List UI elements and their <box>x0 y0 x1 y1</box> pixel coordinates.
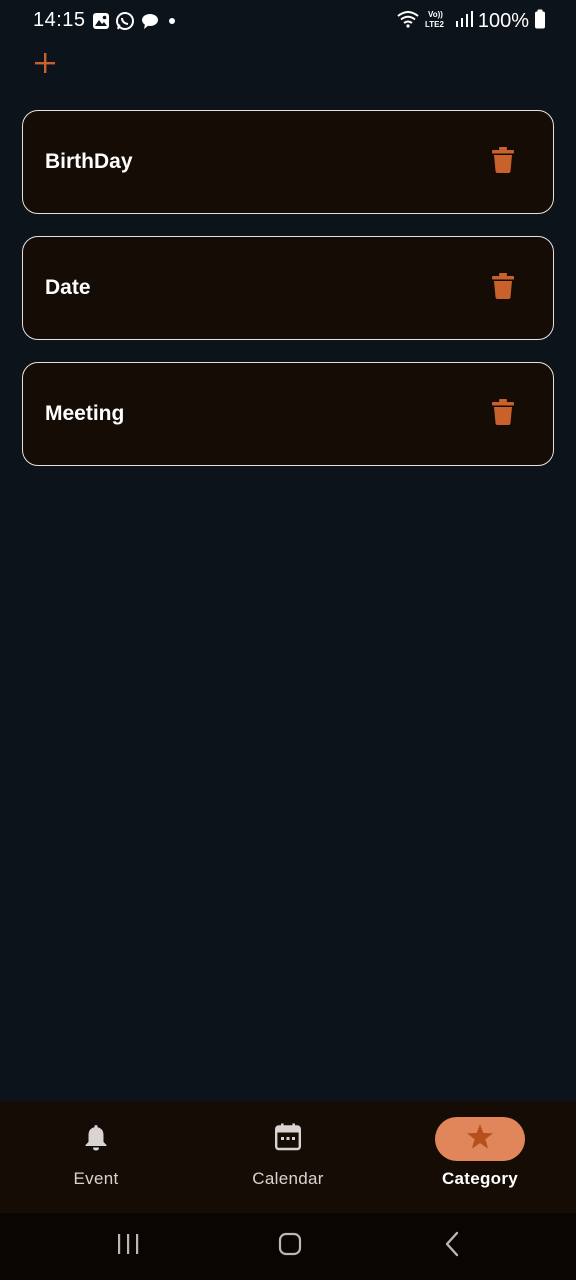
trash-icon <box>492 272 514 304</box>
back-icon <box>444 1231 460 1262</box>
recents-icon <box>116 1233 140 1260</box>
home-button[interactable] <box>270 1231 310 1261</box>
notification-icons <box>92 11 179 36</box>
nav-item-event[interactable]: Event <box>0 1101 192 1213</box>
nav-label-calendar: Calendar <box>252 1169 324 1188</box>
category-list: BirthDay Date Meeting <box>22 110 554 488</box>
back-button[interactable] <box>432 1231 472 1261</box>
dot-icon <box>165 14 179 33</box>
battery-percentage: 100% <box>477 10 529 32</box>
category-name: Meeting <box>45 402 125 425</box>
category-card[interactable]: BirthDay <box>22 110 554 214</box>
delete-category-button[interactable] <box>489 398 517 430</box>
category-name: BirthDay <box>45 150 133 173</box>
delete-category-button[interactable] <box>489 146 517 178</box>
add-category-button[interactable] <box>30 50 60 80</box>
system-status-icons: Vo)) LTE2 100% <box>397 9 546 34</box>
chat-icon <box>140 12 160 35</box>
svg-text:Vo)): Vo)) <box>428 10 443 19</box>
nav-icon-container <box>51 1117 141 1161</box>
category-name: Date <box>45 276 91 299</box>
category-card[interactable]: Date <box>22 236 554 340</box>
calendar-icon <box>274 1123 302 1156</box>
nav-icon-container <box>243 1117 333 1161</box>
status-time: 14:15 <box>33 9 86 31</box>
plus-icon <box>34 52 56 79</box>
gallery-icon <box>92 12 110 35</box>
battery-icon <box>534 9 546 34</box>
nav-label-category: Category <box>441 1169 519 1188</box>
category-card[interactable]: Meeting <box>22 362 554 466</box>
star-icon <box>466 1123 494 1155</box>
bottom-navigation: Event Calendar Category <box>0 1101 576 1213</box>
bell-icon <box>83 1123 109 1156</box>
signal-icon <box>455 10 473 33</box>
trash-icon <box>492 398 514 430</box>
wifi-icon <box>397 10 419 33</box>
home-icon <box>278 1232 302 1261</box>
delete-category-button[interactable] <box>489 272 517 304</box>
svg-text:LTE2: LTE2 <box>425 20 445 29</box>
recents-button[interactable] <box>108 1231 148 1261</box>
trash-icon <box>492 146 514 178</box>
system-navigation-bar <box>0 1213 576 1280</box>
status-bar: 14:15 Vo)) LTE2 100% <box>0 0 576 42</box>
nav-active-indicator <box>435 1117 525 1161</box>
volte-lte2-icon: Vo)) LTE2 <box>424 9 450 34</box>
nav-label-event: Event <box>73 1169 119 1188</box>
nav-item-category[interactable]: Category <box>384 1101 576 1213</box>
whatsapp-icon <box>115 11 135 36</box>
nav-item-calendar[interactable]: Calendar <box>192 1101 384 1213</box>
